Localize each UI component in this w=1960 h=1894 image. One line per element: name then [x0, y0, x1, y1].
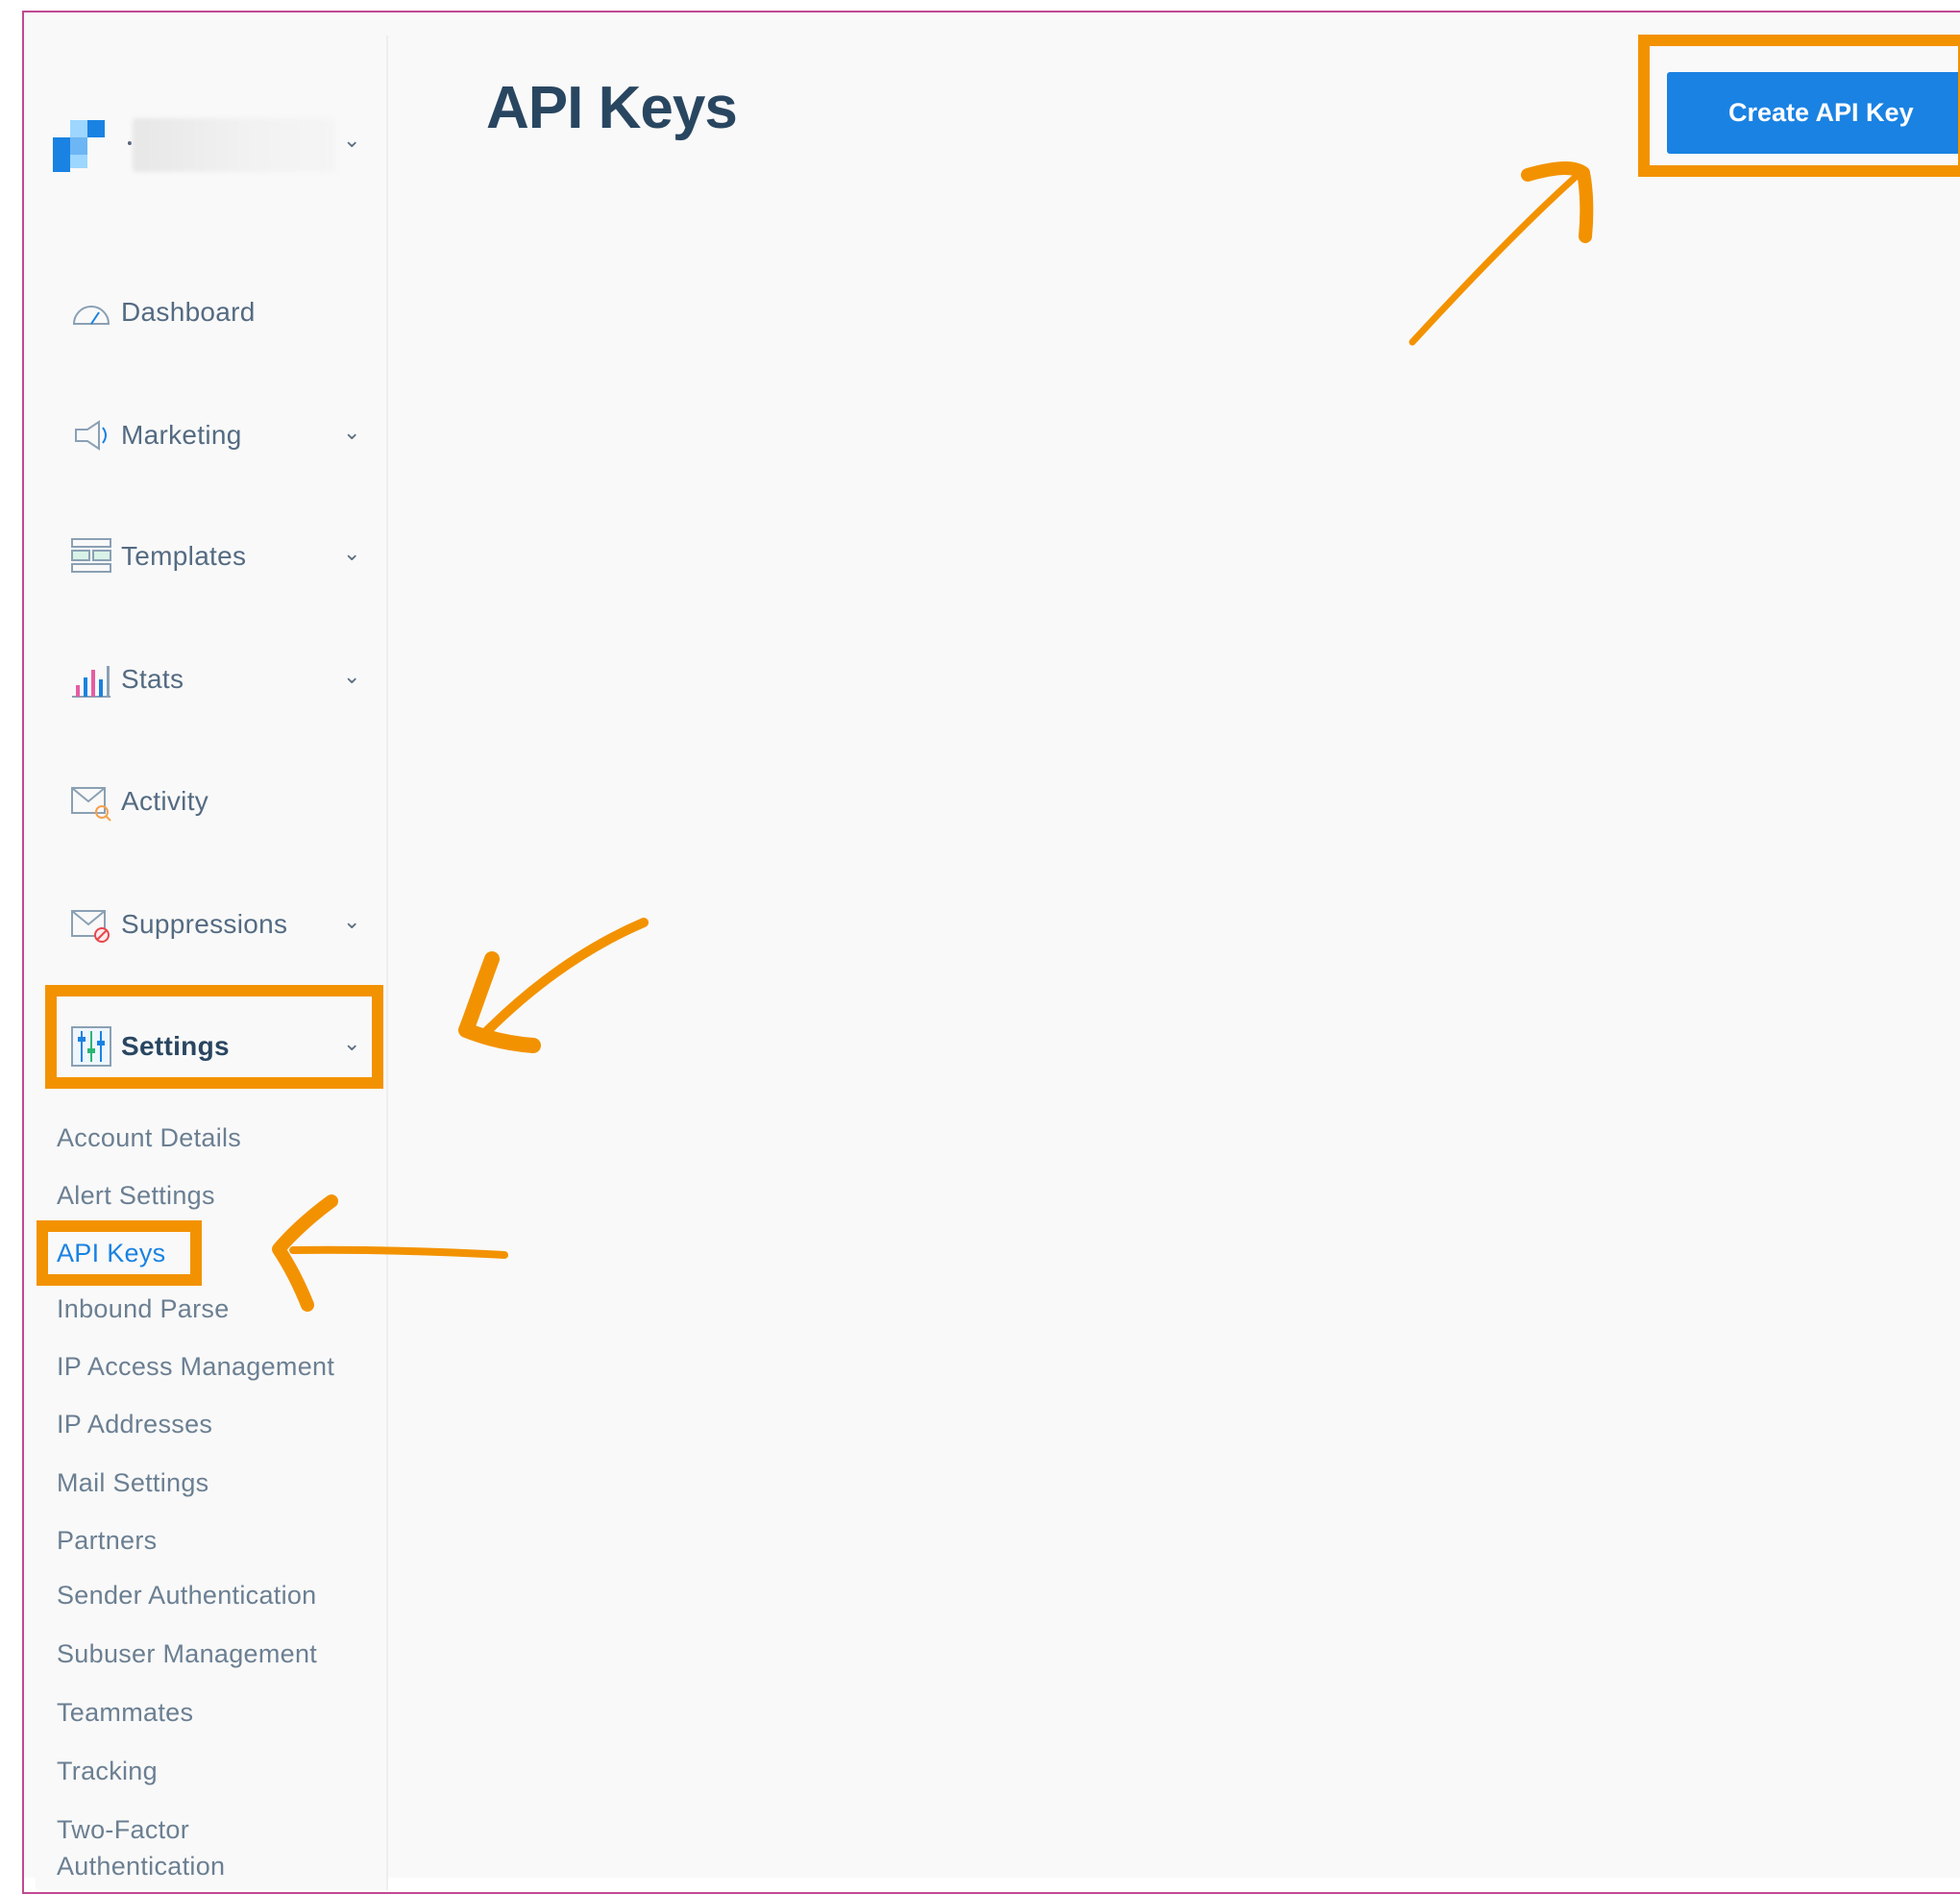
sidebar-item-label: Stats [121, 664, 184, 694]
settings-subitem-sender-authentication[interactable]: Sender Authentication [57, 1577, 317, 1613]
settings-subitem-account-details[interactable]: Account Details [57, 1119, 241, 1156]
sidebar-item-activity[interactable]: Activity [36, 763, 386, 840]
settings-subitem-ip-access-management[interactable]: IP Access Management [57, 1348, 334, 1385]
account-name-redacted [133, 118, 336, 172]
settings-subitem-tracking[interactable]: Tracking [57, 1753, 158, 1789]
settings-subitem-partners[interactable]: Partners [57, 1522, 157, 1559]
sidebar-item-suppressions[interactable]: Suppressions ⌄ [36, 886, 386, 963]
stats-icon [72, 666, 110, 698]
suppressions-icon [71, 910, 110, 943]
main-content: API Keys Create API Key [388, 36, 1960, 1878]
settings-subitem-teammates[interactable]: Teammates [57, 1694, 193, 1731]
settings-subitem-ip-addresses[interactable]: IP Addresses [57, 1406, 212, 1442]
chevron-down-icon: ⌄ [343, 420, 361, 444]
chevron-down-icon: ⌄ [343, 541, 361, 565]
sidebar: ⌄ Dashboard Marketing ⌄ Templates ⌄ Stat… [36, 36, 388, 1890]
logo-icon [53, 120, 105, 172]
sidebar-item-marketing[interactable]: Marketing ⌄ [36, 397, 386, 474]
megaphone-icon [75, 420, 107, 451]
activity-icon [71, 787, 111, 822]
account-name-separator [128, 141, 132, 145]
sidebar-item-label: Activity [121, 786, 209, 816]
settings-subitem-alert-settings[interactable]: Alert Settings [57, 1177, 215, 1214]
chevron-down-icon: ⌄ [343, 664, 361, 688]
app-window: ⌄ Dashboard Marketing ⌄ Templates ⌄ Stat… [24, 12, 1960, 1890]
annotation-highlight-settings [45, 985, 383, 1089]
sidebar-item-label: Dashboard [121, 297, 256, 327]
annotation-highlight-create-button [1638, 35, 1960, 177]
dashboard-icon [72, 306, 110, 325]
annotation-highlight-api-keys [37, 1220, 202, 1286]
sidebar-item-label: Suppressions [121, 909, 288, 939]
sidebar-item-templates[interactable]: Templates ⌄ [36, 518, 386, 595]
page-title: API Keys [486, 75, 738, 141]
templates-icon [71, 538, 111, 573]
settings-subitem-subuser-management[interactable]: Subuser Management [57, 1636, 317, 1672]
sidebar-item-stats[interactable]: Stats ⌄ [36, 641, 386, 718]
sidebar-item-dashboard[interactable]: Dashboard [36, 274, 386, 351]
account-switcher[interactable]: ⌄ [36, 84, 360, 189]
chevron-down-icon[interactable]: ⌄ [343, 128, 360, 153]
settings-subitem-inbound-parse[interactable]: Inbound Parse [57, 1291, 230, 1327]
sidebar-item-label: Templates [121, 541, 247, 571]
settings-subitem-two-factor-authentication[interactable]: Two-Factor Authentication [57, 1811, 278, 1884]
chevron-down-icon: ⌄ [343, 909, 361, 933]
settings-subitem-mail-settings[interactable]: Mail Settings [57, 1464, 208, 1501]
sidebar-item-label: Marketing [121, 420, 242, 450]
